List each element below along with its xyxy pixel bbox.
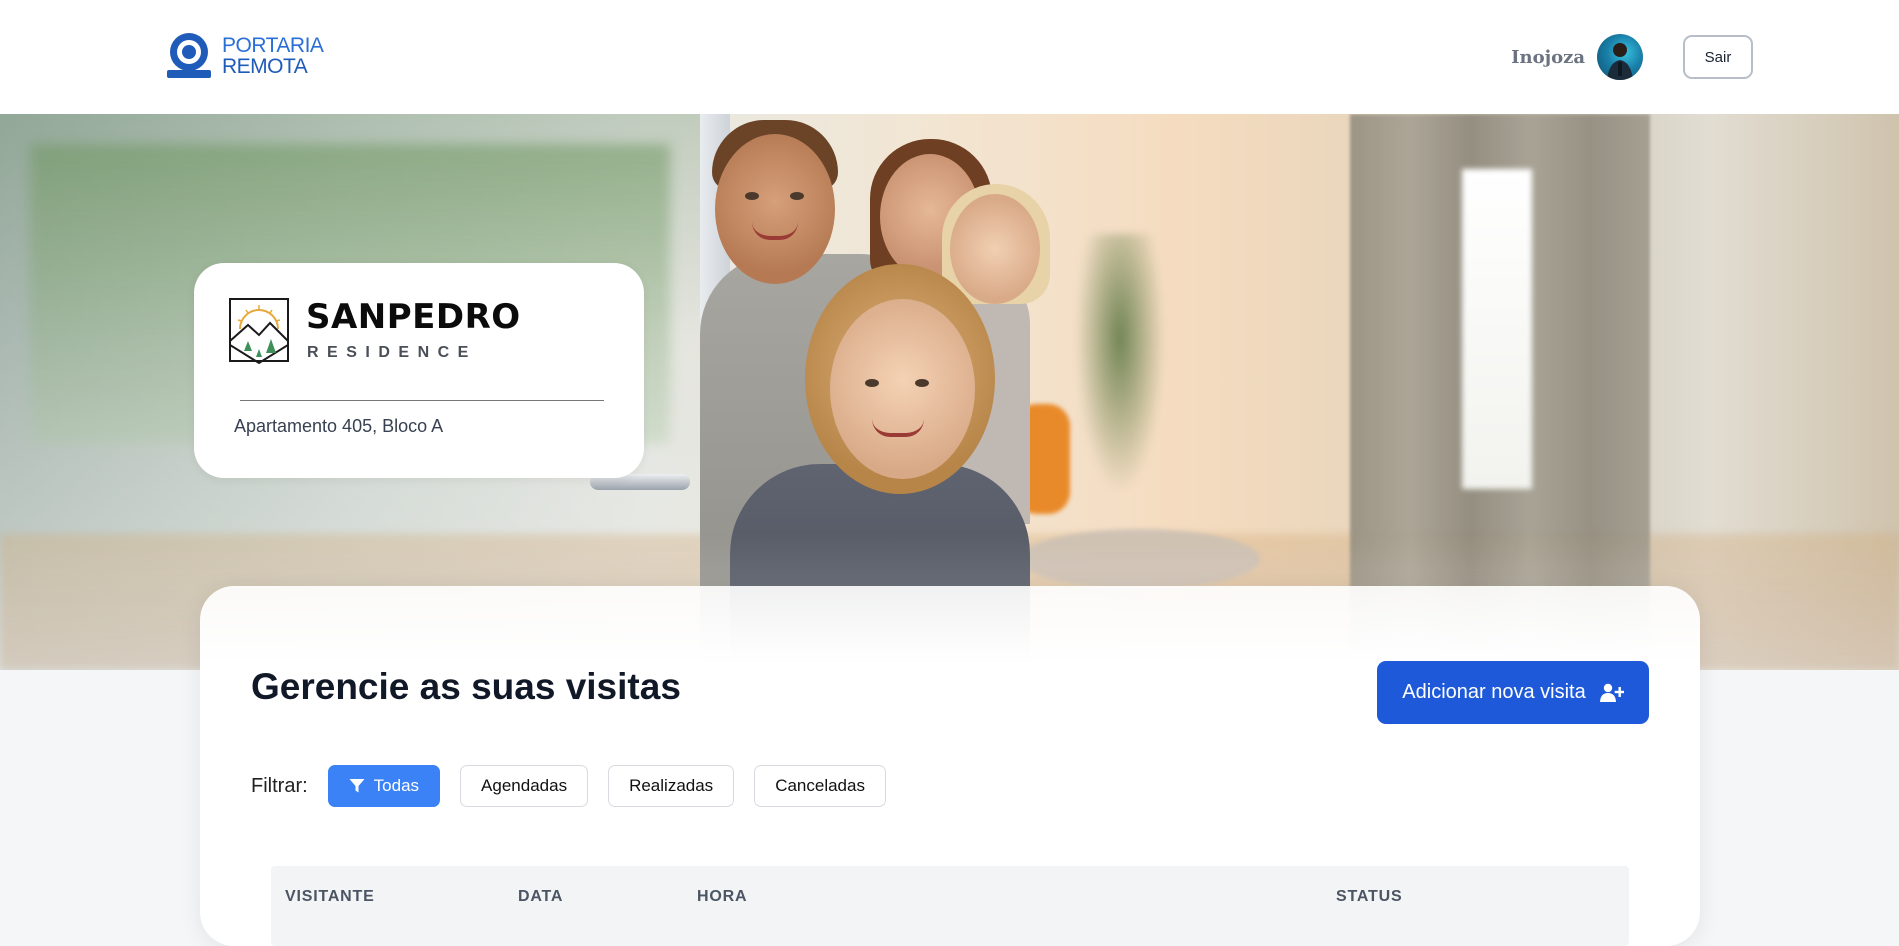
page-title: Gerencie as suas visitas	[251, 666, 681, 707]
filter-all[interactable]: Todas	[327, 765, 441, 807]
visits-table-header: VISITANTE DATA HORA STATUS	[271, 866, 1629, 946]
filter-funnel-icon	[349, 779, 365, 793]
brand-line-2: REMOTA	[222, 55, 308, 78]
property-address: Apartamento 405, Bloco A	[234, 416, 444, 436]
logout-button[interactable]: Sair	[1683, 35, 1753, 79]
brand-name: PORTARIA REMOTA	[222, 34, 324, 78]
top-header: PORTARIA REMOTA Inojoza Sair	[0, 0, 1899, 114]
column-visitor[interactable]: VISITANTE	[285, 888, 375, 906]
brand-logo[interactable]: PORTARIA REMOTA	[166, 32, 324, 80]
avatar-photo-icon	[1607, 43, 1633, 80]
filter-cancelled[interactable]: Canceladas	[754, 765, 886, 807]
camera-lens-icon	[167, 33, 211, 78]
mountain-sun-logo-icon	[229, 298, 289, 365]
property-name: SANPEDRO	[306, 297, 521, 337]
filter-label: Filtrar:	[251, 774, 308, 797]
column-date[interactable]: DATA	[518, 888, 563, 906]
brand-line-1: PORTARIA	[222, 34, 324, 57]
visits-panel: Gerencie as suas visitas Adicionar nova …	[200, 586, 1700, 946]
avatar[interactable]	[1597, 34, 1643, 80]
column-status[interactable]: STATUS	[1336, 888, 1402, 906]
add-visit-button[interactable]: Adicionar nova visita	[1377, 661, 1649, 724]
filter-all-label: Todas	[373, 776, 420, 795]
user-name: Inojoza	[1511, 46, 1585, 68]
filter-row: Filtrar: Todas Agendadas Realizadas Canc…	[251, 765, 906, 807]
property-card: SANPEDRO RESIDENCE Apartamento 405, Bloc…	[194, 263, 644, 478]
filter-completed[interactable]: Realizadas	[608, 765, 735, 807]
filter-scheduled[interactable]: Agendadas	[460, 765, 589, 807]
divider	[240, 400, 604, 401]
column-time[interactable]: HORA	[697, 888, 747, 906]
property-subtitle: RESIDENCE	[307, 344, 477, 361]
user-plus-icon	[1599, 683, 1624, 702]
add-visit-label: Adicionar nova visita	[1402, 681, 1586, 703]
user-area: Inojoza Sair	[1511, 34, 1753, 80]
